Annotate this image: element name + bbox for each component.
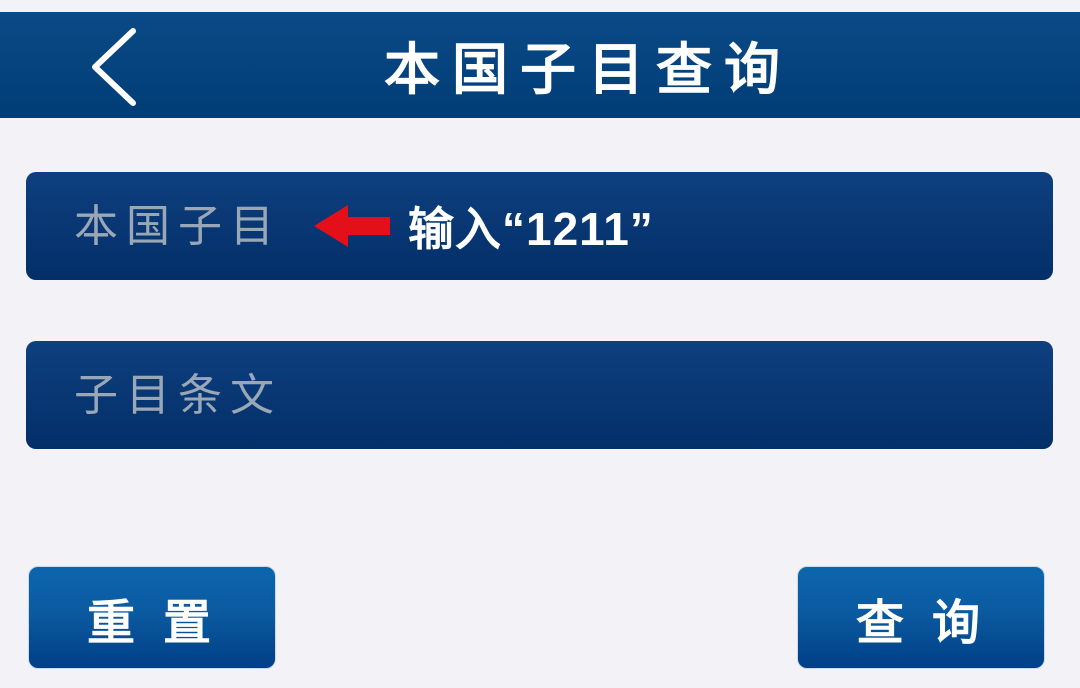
reset-button[interactable]: 重置 [28, 566, 276, 669]
subheading-text-field[interactable] [26, 341, 1053, 449]
country-subheading-field[interactable] [26, 172, 1053, 280]
header-bar: 本国子目查询 [0, 12, 1080, 118]
status-strip [0, 0, 1080, 12]
page-title: 本国子目查询 [384, 36, 792, 103]
query-button[interactable]: 查询 [797, 566, 1045, 669]
subheading-text-input[interactable] [74, 341, 1053, 449]
country-subheading-input[interactable] [74, 172, 1053, 280]
